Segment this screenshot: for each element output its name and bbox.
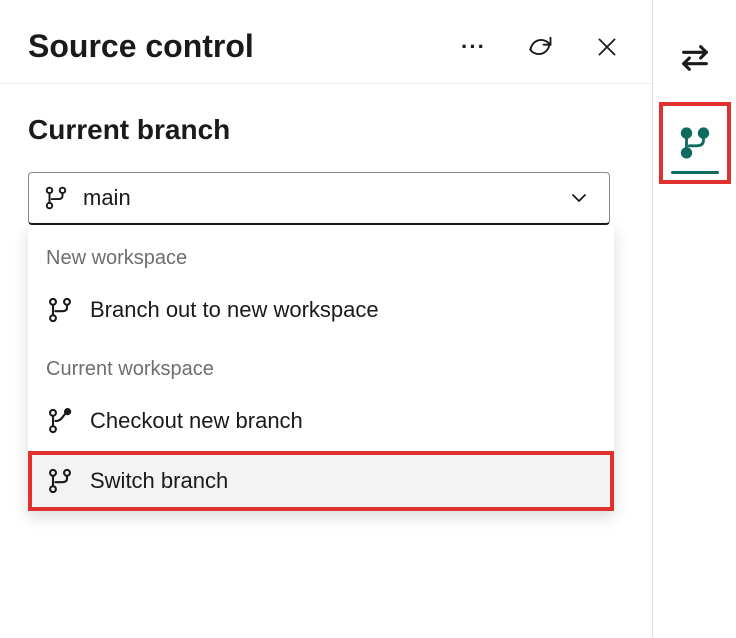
rail-source-control-button[interactable] — [663, 106, 727, 180]
dropdown-item-label: Branch out to new workspace — [90, 297, 379, 323]
dropdown-item-branch-out[interactable]: Branch out to new workspace — [28, 280, 614, 340]
branch-icon — [678, 126, 712, 160]
sync-arrows-icon — [678, 41, 712, 75]
dropdown-item-label: Checkout new branch — [90, 408, 303, 434]
branch-icon — [46, 467, 74, 495]
header-actions: ··· — [457, 29, 624, 65]
refresh-button[interactable] — [522, 29, 558, 65]
right-rail — [654, 0, 736, 638]
dropdown-item-checkout-new-branch[interactable]: Checkout new branch — [28, 391, 614, 451]
chevron-down-icon — [567, 186, 591, 210]
branch-icon — [46, 296, 74, 324]
branch-select: main New workspace Branch out to — [28, 172, 610, 225]
dropdown-item-switch-branch[interactable]: Switch branch — [28, 451, 614, 511]
rail-sync-button[interactable] — [665, 30, 725, 86]
branch-icon — [43, 185, 69, 211]
refresh-icon — [526, 33, 554, 61]
branch-select-trigger[interactable]: main — [28, 172, 610, 225]
page-title: Source control — [28, 28, 254, 65]
dropdown-item-label: Switch branch — [90, 468, 228, 494]
close-icon — [594, 34, 620, 60]
checkout-branch-icon — [46, 407, 74, 435]
dropdown-group-current-workspace: Current workspace — [28, 340, 614, 391]
section-heading: Current branch — [28, 114, 624, 146]
more-icon: ··· — [461, 36, 486, 58]
current-branch-section: Current branch main — [0, 84, 652, 225]
more-button[interactable]: ··· — [457, 32, 490, 62]
header: Source control ··· — [0, 0, 652, 84]
branch-dropdown: New workspace Branch out to new workspac… — [28, 225, 614, 511]
rail-active-indicator — [671, 171, 719, 174]
dropdown-group-new-workspace: New workspace — [28, 225, 614, 280]
close-button[interactable] — [590, 30, 624, 64]
branch-select-value: main — [83, 185, 131, 211]
